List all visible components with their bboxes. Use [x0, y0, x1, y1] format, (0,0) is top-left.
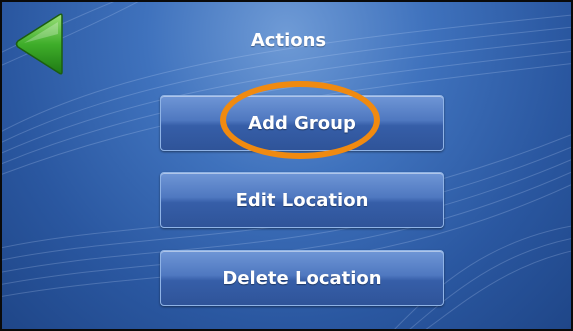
add-group-button[interactable]: Add Group — [160, 95, 444, 151]
edit-location-button[interactable]: Edit Location — [160, 172, 444, 228]
device-screen: Actions Add Group Edit Location Delete L… — [0, 0, 573, 331]
page-title: Actions — [250, 30, 327, 51]
delete-location-button[interactable]: Delete Location — [160, 250, 444, 306]
